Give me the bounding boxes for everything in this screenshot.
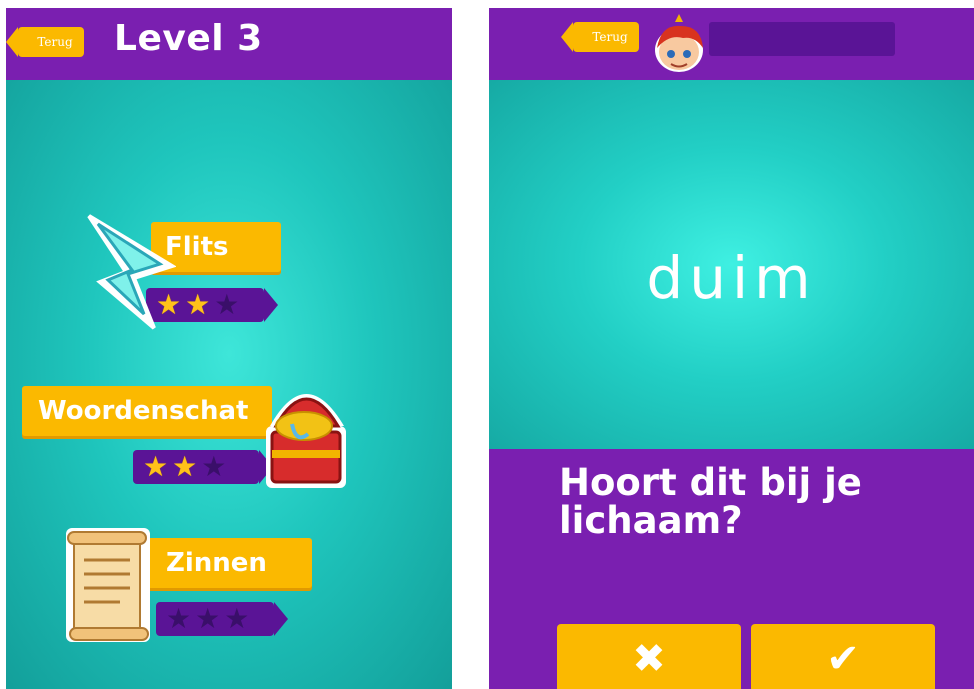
star-empty-icon: ★	[224, 602, 250, 635]
check-icon: ✔	[826, 636, 860, 682]
star-empty-icon: ★	[214, 288, 240, 321]
lightning-icon	[87, 214, 176, 330]
no-answer-button[interactable]: ✖	[557, 624, 741, 689]
menu-item-label: Zinnen	[166, 548, 267, 578]
back-button[interactable]: Terug	[6, 27, 84, 57]
star-filled-icon: ★	[143, 450, 169, 483]
stars-rating-woordenschat: ★ ★ ★	[133, 450, 273, 484]
quiz-screen: Terug duim Hoort dit bij je lichaam? ✖ ✔	[489, 8, 974, 689]
level-menu-screen: Terug Level 3 Flits ★ ★ ★ Woordenschat ★…	[6, 8, 452, 689]
question-text: Hoort dit bij je lichaam?	[559, 461, 862, 542]
menu-item-woordenschat[interactable]: Woordenschat	[22, 386, 272, 436]
star-filled-icon: ★	[185, 288, 211, 321]
treasure-chest-icon	[266, 394, 346, 488]
back-button[interactable]: Terug	[561, 22, 639, 52]
star-empty-icon: ★	[166, 602, 192, 635]
cross-icon: ✖	[632, 636, 666, 682]
menu-item-zinnen[interactable]: Zinnen	[146, 538, 312, 588]
red-haired-character-icon	[655, 14, 703, 72]
yes-answer-button[interactable]: ✔	[751, 624, 935, 689]
star-empty-icon: ★	[201, 450, 227, 483]
scroll-icon	[66, 528, 150, 642]
page-title: Level 3	[114, 18, 263, 59]
quiz-word: duim	[646, 244, 817, 312]
star-empty-icon: ★	[195, 602, 221, 635]
stars-rating-zinnen: ★ ★ ★	[156, 602, 288, 636]
star-filled-icon: ★	[172, 450, 198, 483]
progress-bar	[709, 22, 895, 56]
menu-item-label: Woordenschat	[38, 396, 249, 426]
